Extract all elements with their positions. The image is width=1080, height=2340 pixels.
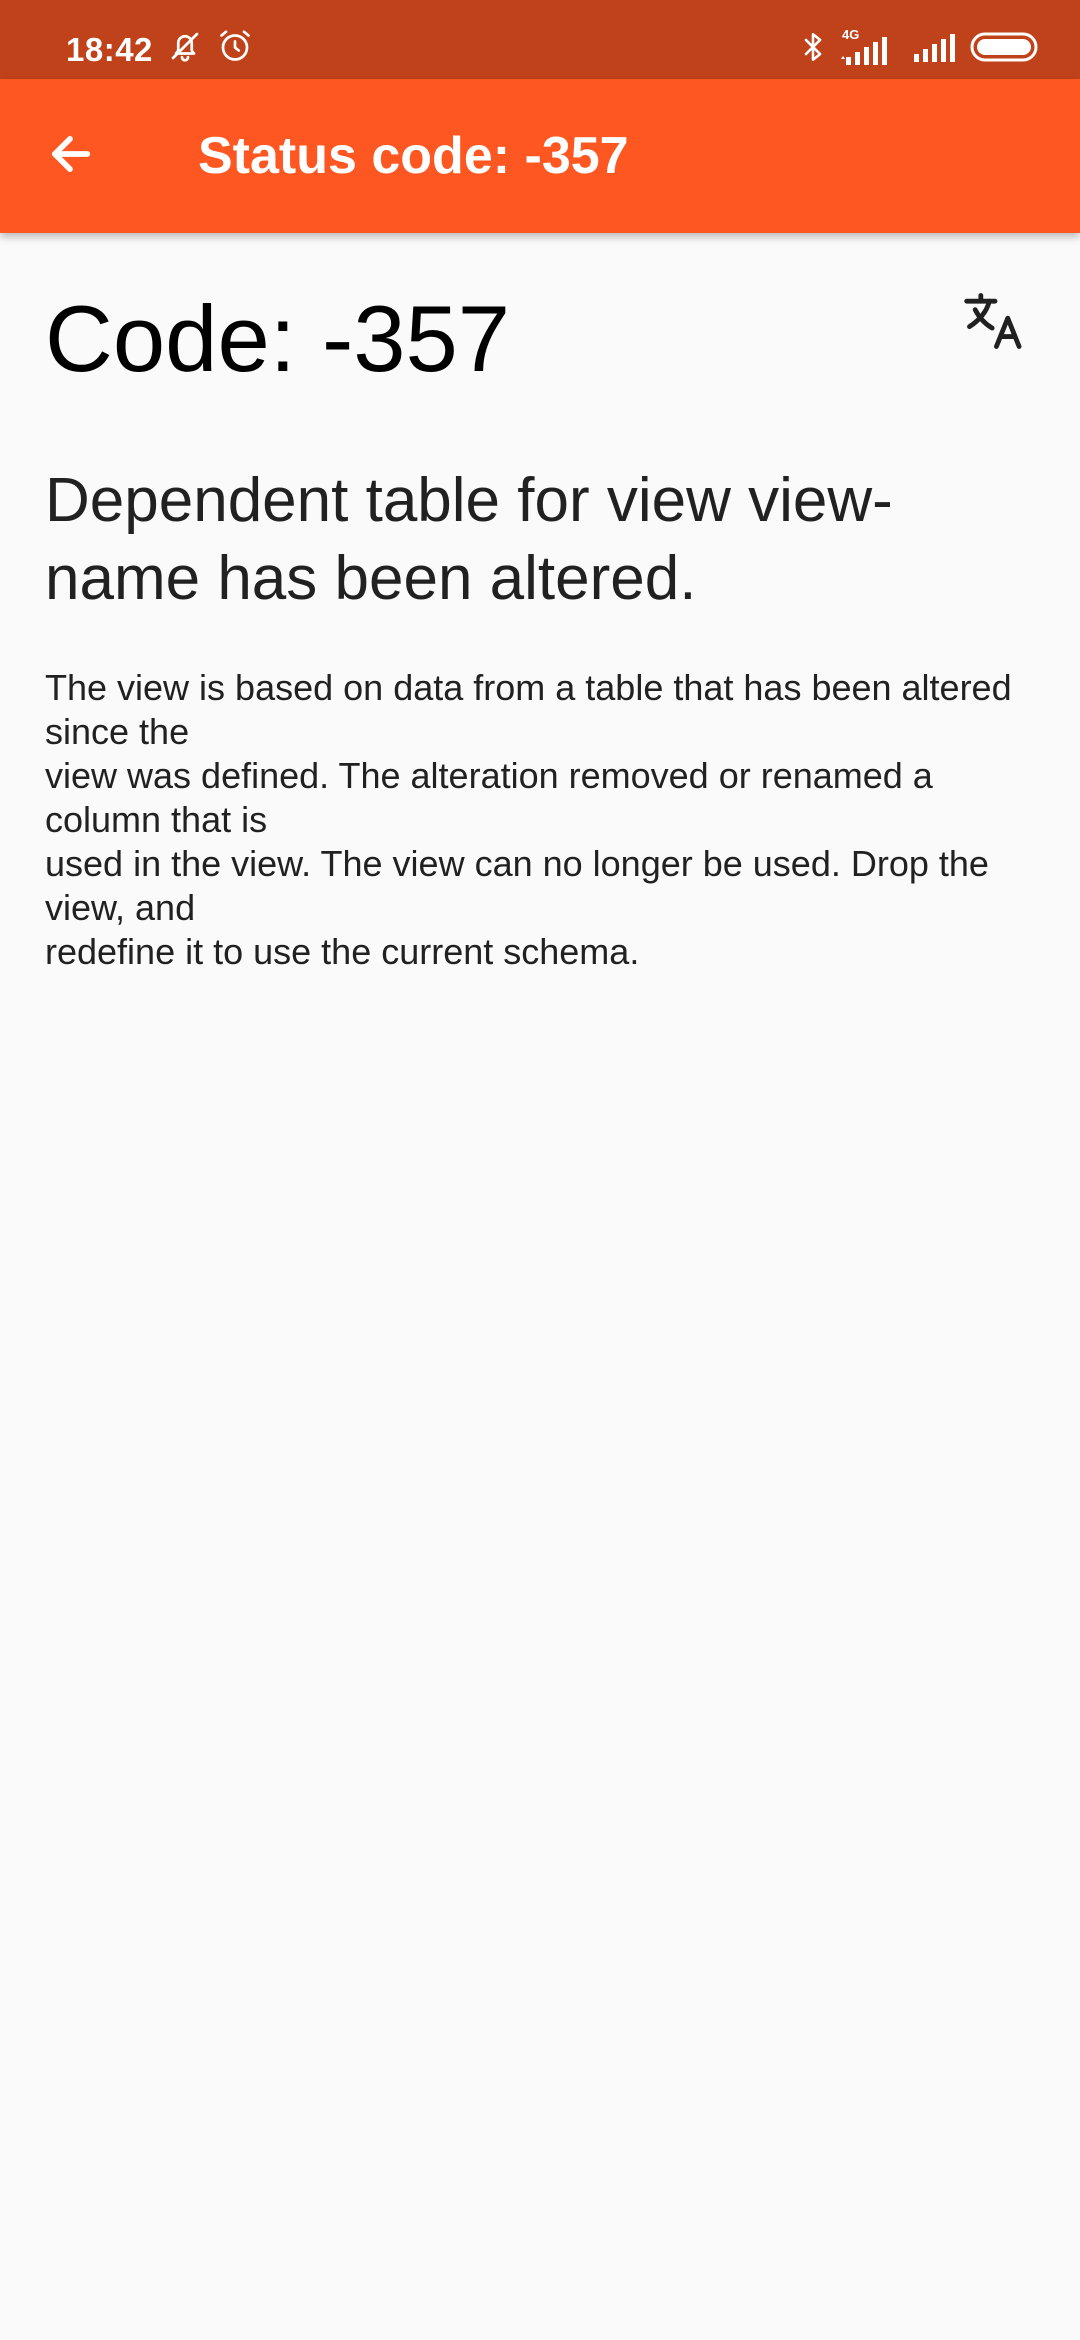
message-body-line: redefine it to use the current schema. (45, 931, 640, 973)
code-heading: Code: -357 (45, 286, 511, 391)
message-title: Dependent table for view view-name has b… (45, 465, 893, 613)
message-body-line: used in the view. The view can no longer… (45, 843, 989, 929)
message-body: The view is based on data from a table t… (45, 666, 1035, 974)
alarm-icon (217, 28, 253, 69)
translate-button[interactable] (955, 283, 1035, 363)
translate-icon (961, 287, 1029, 360)
status-bar: 18:42 4G (0, 0, 1080, 79)
screen: 18:42 4G Status code: -357 Code: -357 De… (0, 0, 1080, 2340)
bluetooth-icon (800, 30, 826, 69)
back-button[interactable] (30, 116, 110, 196)
message-body-line: view was defined. The alteration removed… (45, 755, 933, 841)
message-body-line: The view is based on data from a table t… (45, 667, 1012, 753)
battery-icon (970, 31, 1040, 68)
arrow-back-icon (44, 128, 96, 185)
status-right-icons: 4G (800, 27, 1040, 69)
muted-bell-icon (167, 28, 203, 69)
signal-4g-icon: 4G (840, 27, 898, 67)
content: Code: -357 Dependent table for view view… (45, 233, 1035, 974)
app-bar-title: Status code: -357 (198, 127, 629, 185)
signal-icon (912, 30, 956, 69)
status-left-icons (167, 28, 253, 69)
app-bar: Status code: -357 (0, 79, 1080, 233)
status-time: 18:42 (66, 31, 153, 68)
